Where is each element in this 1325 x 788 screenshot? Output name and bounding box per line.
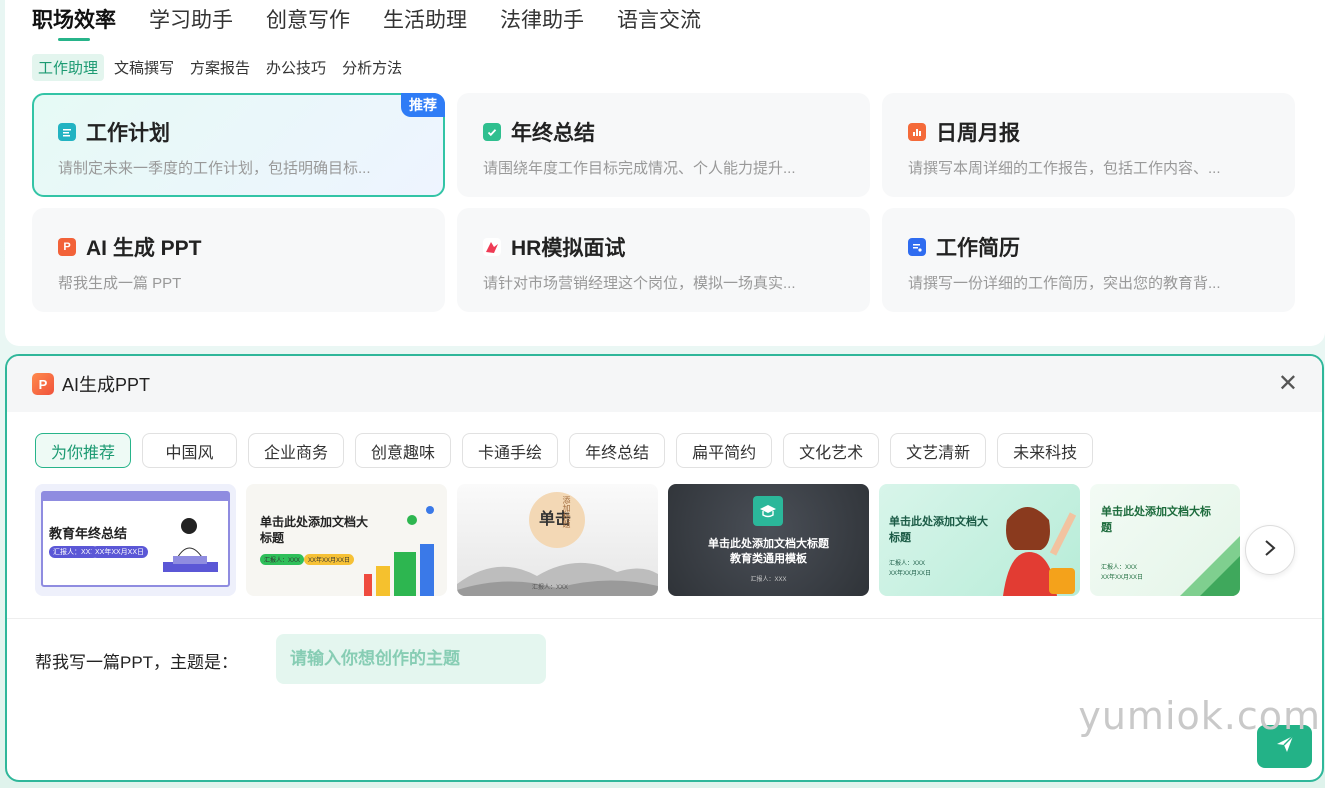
card-title: 年终总结 bbox=[511, 122, 595, 145]
card-title: 工作简历 bbox=[936, 237, 1020, 260]
prompt-cards: 推荐 工作计划 请制定未来一季度的工作计划，包括明确目标... 年终总结 请围绕… bbox=[32, 93, 1295, 312]
template-cartoon[interactable]: 单击此处添加文档大标题 汇报人：XXX XX年XX月XX日 bbox=[879, 484, 1080, 596]
chip-creative[interactable]: 创意趣味 bbox=[355, 433, 452, 468]
card-ai-ppt[interactable]: P AI 生成 PPT 帮我生成一篇 PPT bbox=[32, 208, 445, 312]
chip-fresh[interactable]: 文艺清新 bbox=[890, 433, 987, 468]
subtab-plan-report[interactable]: 方案报告 bbox=[184, 54, 256, 81]
template-subtitle: 教育类通用模板 bbox=[730, 553, 807, 565]
card-description: 请制定未来一季度的工作计划，包括明确目标... bbox=[58, 160, 371, 177]
tab-study[interactable]: 学习助手 bbox=[149, 4, 233, 40]
card-description: 请针对市场营销经理这个岗位，模拟一场真实... bbox=[483, 275, 796, 292]
card-title: 日周月报 bbox=[936, 122, 1020, 145]
sub-category-tabs: 工作助理 文稿撰写 方案报告 办公技巧 分析方法 bbox=[32, 54, 412, 81]
chevron-right-icon bbox=[1264, 537, 1276, 563]
template-fresh[interactable]: 单击此处添加文档大标题 汇报人：XXX XX年XX月XX日 bbox=[1090, 484, 1240, 596]
tab-life[interactable]: 生活助理 bbox=[383, 4, 467, 40]
scenario-panel: 职场效率 学习助手 创意写作 生活助理 法律助手 语言交流 工作助理 文稿撰写 … bbox=[5, 0, 1325, 346]
template-business[interactable]: 单击此处添加文档大标题 汇报人：XXX XX年XX月XX日 bbox=[246, 484, 447, 596]
subtab-doc-writing[interactable]: 文稿撰写 bbox=[108, 54, 180, 81]
divider bbox=[7, 618, 1322, 619]
template-title: 教育年终总结 bbox=[49, 526, 128, 541]
prompt-label: 帮我写一篇PPT，主题是： bbox=[35, 653, 239, 672]
bar-chart-icon bbox=[908, 123, 926, 141]
card-year-end-summary[interactable]: 年终总结 请围绕年度工作目标完成情况、个人能力提升... bbox=[457, 93, 870, 197]
interview-icon bbox=[483, 238, 501, 256]
card-description: 帮我生成一篇 PPT bbox=[58, 275, 182, 292]
template-date: XX年XX月XX日 bbox=[889, 571, 932, 577]
chip-culture-art[interactable]: 文化艺术 bbox=[783, 433, 880, 468]
template-subtitle: 汇报人：XXX bbox=[1101, 565, 1138, 571]
template-title: 单击此处添加文档大标题 bbox=[708, 538, 829, 550]
card-work-plan[interactable]: 推荐 工作计划 请制定未来一季度的工作计划，包括明确目标... bbox=[32, 93, 445, 197]
chip-business[interactable]: 企业商务 bbox=[248, 433, 345, 468]
ppt-icon: P bbox=[58, 238, 76, 256]
template-date: 汇报人：XXX bbox=[750, 577, 787, 583]
template-date: XX年XX月XX日 bbox=[1101, 575, 1144, 581]
panel-title: AI生成PPT bbox=[62, 375, 151, 395]
card-hr-interview[interactable]: HR模拟面试 请针对市场营销经理这个岗位，模拟一场真实... bbox=[457, 208, 870, 312]
card-description: 请撰写一份详细的工作简历，突出您的教育背... bbox=[908, 275, 1221, 292]
card-resume[interactable]: 工作简历 请撰写一份详细的工作简历，突出您的教育背... bbox=[882, 208, 1295, 312]
chip-flat[interactable]: 扁平简约 bbox=[676, 433, 773, 468]
template-subtitle: 汇报人：XXX bbox=[260, 554, 305, 565]
graduation-cap-icon bbox=[753, 496, 783, 526]
template-date: XX年XX月XX日 bbox=[304, 554, 355, 565]
template-chinese[interactable]: 单击 添加标题 汇报人：XXX bbox=[457, 484, 658, 596]
chip-chinese-style[interactable]: 中国风 bbox=[142, 433, 238, 468]
clipboard-icon bbox=[58, 123, 76, 141]
chip-year-end[interactable]: 年终总结 bbox=[569, 433, 666, 468]
template-carousel: 教育年终总结 汇报人：XXX XX年XX月XX日 单击此处添加文档大标题 汇报人… bbox=[35, 484, 1250, 596]
topic-input[interactable] bbox=[276, 634, 546, 684]
template-education[interactable]: 单击此处添加文档大标题 教育类通用模板 汇报人：XXX bbox=[668, 484, 869, 596]
card-title: 工作计划 bbox=[86, 122, 170, 145]
watermark: yumiok.com bbox=[1078, 694, 1321, 738]
chip-cartoon[interactable]: 卡通手绘 bbox=[462, 433, 559, 468]
chip-recommended[interactable]: 为你推荐 bbox=[35, 433, 132, 468]
card-title: AI 生成 PPT bbox=[86, 237, 202, 260]
tab-legal[interactable]: 法律助手 bbox=[500, 4, 584, 40]
chip-future-tech[interactable]: 未来科技 bbox=[997, 433, 1094, 468]
template-title: 单击此处添加文档大标题 bbox=[889, 516, 988, 544]
subtab-work-assistant[interactable]: 工作助理 bbox=[32, 54, 105, 81]
panel-header: P AI生成PPT bbox=[7, 356, 1322, 412]
tab-workplace[interactable]: 职场效率 bbox=[32, 4, 116, 41]
card-weekly-report[interactable]: 日周月报 请撰写本周详细的工作报告，包括工作内容、... bbox=[882, 93, 1295, 197]
resume-icon bbox=[908, 238, 926, 256]
close-icon[interactable]: ✕ bbox=[1278, 372, 1298, 396]
check-document-icon bbox=[483, 123, 501, 141]
template-subtitle: 汇报人：XXX bbox=[889, 561, 926, 567]
template-title: 单击此处添加文档大标题 bbox=[260, 515, 369, 545]
ppt-icon: P bbox=[32, 373, 54, 395]
category-tabs: 职场效率 学习助手 创意写作 生活助理 法律助手 语言交流 bbox=[32, 4, 734, 41]
style-chips: 为你推荐 中国风 企业商务 创意趣味 卡通手绘 年终总结 扁平简约 文化艺术 文… bbox=[35, 433, 1104, 468]
template-date: XX年XX月XX日 bbox=[91, 546, 149, 558]
recommend-badge: 推荐 bbox=[401, 93, 445, 117]
card-description: 请撰写本周详细的工作报告，包括工作内容、... bbox=[908, 160, 1221, 177]
card-description: 请围绕年度工作目标完成情况、个人能力提升... bbox=[483, 160, 796, 177]
tab-creative-writing[interactable]: 创意写作 bbox=[266, 4, 350, 40]
template-year-end[interactable]: 教育年终总结 汇报人：XXX XX年XX月XX日 bbox=[35, 484, 236, 596]
card-title: HR模拟面试 bbox=[511, 237, 626, 260]
template-subtitle: 添加标题 bbox=[562, 496, 571, 528]
subtab-analysis[interactable]: 分析方法 bbox=[336, 54, 408, 81]
tab-language[interactable]: 语言交流 bbox=[617, 4, 701, 40]
subtab-office-tips[interactable]: 办公技巧 bbox=[260, 54, 332, 81]
template-date: 汇报人：XXX bbox=[532, 585, 569, 591]
carousel-next-button[interactable] bbox=[1245, 525, 1295, 575]
